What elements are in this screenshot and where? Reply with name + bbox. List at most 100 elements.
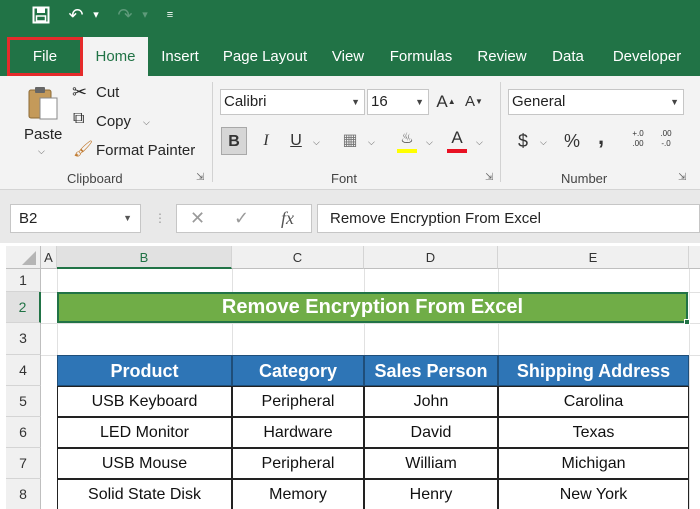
percent-button[interactable]: %: [560, 127, 584, 155]
italic-button[interactable]: I: [253, 127, 279, 155]
row-header-7[interactable]: 7: [6, 448, 41, 479]
font-color-button[interactable]: A: [444, 124, 470, 153]
font-name-combo[interactable]: Calibri ▼: [220, 89, 365, 115]
tab-developer[interactable]: Developer: [605, 37, 689, 76]
row-header-2[interactable]: 2: [6, 292, 41, 323]
clipboard-launcher-icon[interactable]: ⇲: [196, 172, 204, 183]
format-painter-button[interactable]: Format Painter: [96, 142, 195, 159]
paste-dropdown-icon[interactable]: ⌵: [38, 146, 45, 157]
table-cell[interactable]: Carolina: [498, 386, 689, 417]
cancel-icon[interactable]: ✕: [190, 208, 205, 229]
formula-input[interactable]: Remove Encryption From Excel: [317, 204, 700, 233]
cut-button[interactable]: Cut: [96, 84, 119, 101]
row-header-1[interactable]: 1: [6, 269, 41, 292]
header-product[interactable]: Product: [57, 355, 232, 386]
underline-button[interactable]: U: [283, 127, 309, 155]
column-header-d[interactable]: D: [364, 246, 498, 269]
header-category[interactable]: Category: [232, 355, 364, 386]
tab-page-layout[interactable]: Page Layout: [217, 37, 313, 76]
table-cell[interactable]: LED Monitor: [57, 417, 232, 448]
number-group-label: Number: [561, 171, 608, 186]
copy-button[interactable]: Copy: [96, 113, 131, 130]
tab-insert[interactable]: Insert: [152, 37, 208, 76]
undo-dropdown-icon[interactable]: ▾: [90, 2, 102, 28]
font-size-value: 16: [371, 93, 388, 110]
tab-formulas[interactable]: Formulas: [383, 37, 459, 76]
column-header-next[interactable]: [689, 246, 700, 269]
table-cell[interactable]: Michigan: [498, 448, 689, 479]
chevron-down-icon[interactable]: ▼: [123, 205, 132, 232]
table-cell[interactable]: David: [364, 417, 498, 448]
enter-icon[interactable]: ✓: [234, 208, 249, 229]
customize-quick-access-icon[interactable]: ≡: [162, 2, 178, 28]
table-cell[interactable]: Peripheral: [232, 448, 364, 479]
font-size-combo[interactable]: 16 ▼: [367, 89, 429, 115]
currency-dropdown-icon[interactable]: ⌵: [540, 137, 547, 148]
chevron-down-icon: ▼: [351, 97, 360, 107]
name-box-value: B2: [19, 210, 38, 227]
underline-dropdown-icon[interactable]: ⌵: [313, 137, 320, 148]
tab-review[interactable]: Review: [469, 37, 535, 76]
font-color-dropdown-icon[interactable]: ⌵: [476, 137, 483, 148]
table-cell[interactable]: Henry: [364, 479, 498, 509]
paste-icon[interactable]: [26, 84, 60, 122]
column-header-e[interactable]: E: [498, 246, 689, 269]
table-cell[interactable]: New York: [498, 479, 689, 509]
insert-function-button[interactable]: fx: [281, 208, 294, 229]
ribbon: Paste ⌵ ✂ Cut ⧉ Copy ⌵ 🖌 Format Painter …: [0, 76, 700, 190]
paste-button[interactable]: Paste: [24, 126, 62, 143]
increase-decimal-button[interactable]: +.0 .00: [627, 129, 649, 157]
title-banner-cell[interactable]: Remove Encryption From Excel: [57, 292, 688, 323]
decrease-decimal-button[interactable]: .00 -.0: [655, 129, 677, 157]
font-color-swatch: [447, 149, 467, 153]
font-launcher-icon[interactable]: ⇲: [485, 172, 493, 183]
font-color-icon: A: [451, 128, 463, 147]
table-cell[interactable]: John: [364, 386, 498, 417]
undo-icon[interactable]: ↶: [63, 2, 89, 28]
select-all-corner[interactable]: [6, 246, 41, 269]
table-cell[interactable]: William: [364, 448, 498, 479]
fill-color-icon[interactable]: ♨: [394, 125, 420, 153]
shrink-font-button[interactable]: A▼: [464, 89, 484, 117]
tab-home[interactable]: Home: [83, 37, 148, 76]
tab-data[interactable]: Data: [543, 37, 593, 76]
title-bar: ↶ ▾ ↷ ▾ ≡: [0, 0, 700, 37]
table-cell[interactable]: USB Mouse: [57, 448, 232, 479]
row-header-3[interactable]: 3: [6, 323, 41, 355]
borders-icon[interactable]: ▦: [337, 127, 363, 155]
grow-font-button[interactable]: A▲: [436, 89, 456, 117]
table-cell[interactable]: USB Keyboard: [57, 386, 232, 417]
number-format-combo[interactable]: General ▼: [508, 89, 684, 115]
fill-color-dropdown-icon[interactable]: ⌵: [426, 137, 433, 148]
copy-dropdown-icon[interactable]: ⌵: [143, 117, 150, 128]
table-cell[interactable]: Solid State Disk: [57, 479, 232, 509]
header-sales-person[interactable]: Sales Person: [364, 355, 498, 386]
row-header-6[interactable]: 6: [6, 417, 41, 448]
currency-button[interactable]: $: [512, 127, 534, 155]
name-box[interactable]: B2 ▼: [10, 204, 141, 233]
cut-icon[interactable]: ✂: [72, 82, 87, 103]
column-header-c[interactable]: C: [232, 246, 364, 269]
number-launcher-icon[interactable]: ⇲: [678, 172, 686, 183]
table-cell[interactable]: Memory: [232, 479, 364, 509]
comma-button[interactable]: ,: [592, 123, 610, 151]
save-icon[interactable]: [28, 2, 54, 28]
worksheet-grid[interactable]: A B C D E 1 2 3 4 5 6 7 8 Remove Encrypt…: [0, 243, 700, 509]
bold-button[interactable]: B: [221, 127, 247, 155]
row-header-8[interactable]: 8: [6, 479, 41, 509]
table-cell[interactable]: Peripheral: [232, 386, 364, 417]
tab-view[interactable]: View: [322, 37, 374, 76]
row-header-5[interactable]: 5: [6, 386, 41, 417]
table-cell[interactable]: Hardware: [232, 417, 364, 448]
group-separator: [500, 82, 501, 182]
tab-file[interactable]: File: [7, 37, 83, 76]
format-painter-icon[interactable]: 🖌: [73, 139, 93, 159]
column-header-b[interactable]: B: [57, 246, 232, 269]
column-header-a[interactable]: A: [41, 246, 57, 269]
borders-dropdown-icon[interactable]: ⌵: [368, 137, 375, 148]
row-header-4[interactable]: 4: [6, 355, 41, 386]
header-shipping-address[interactable]: Shipping Address: [498, 355, 689, 386]
copy-icon[interactable]: ⧉: [73, 110, 84, 128]
table-cell[interactable]: Texas: [498, 417, 689, 448]
fill-handle[interactable]: [684, 319, 690, 325]
